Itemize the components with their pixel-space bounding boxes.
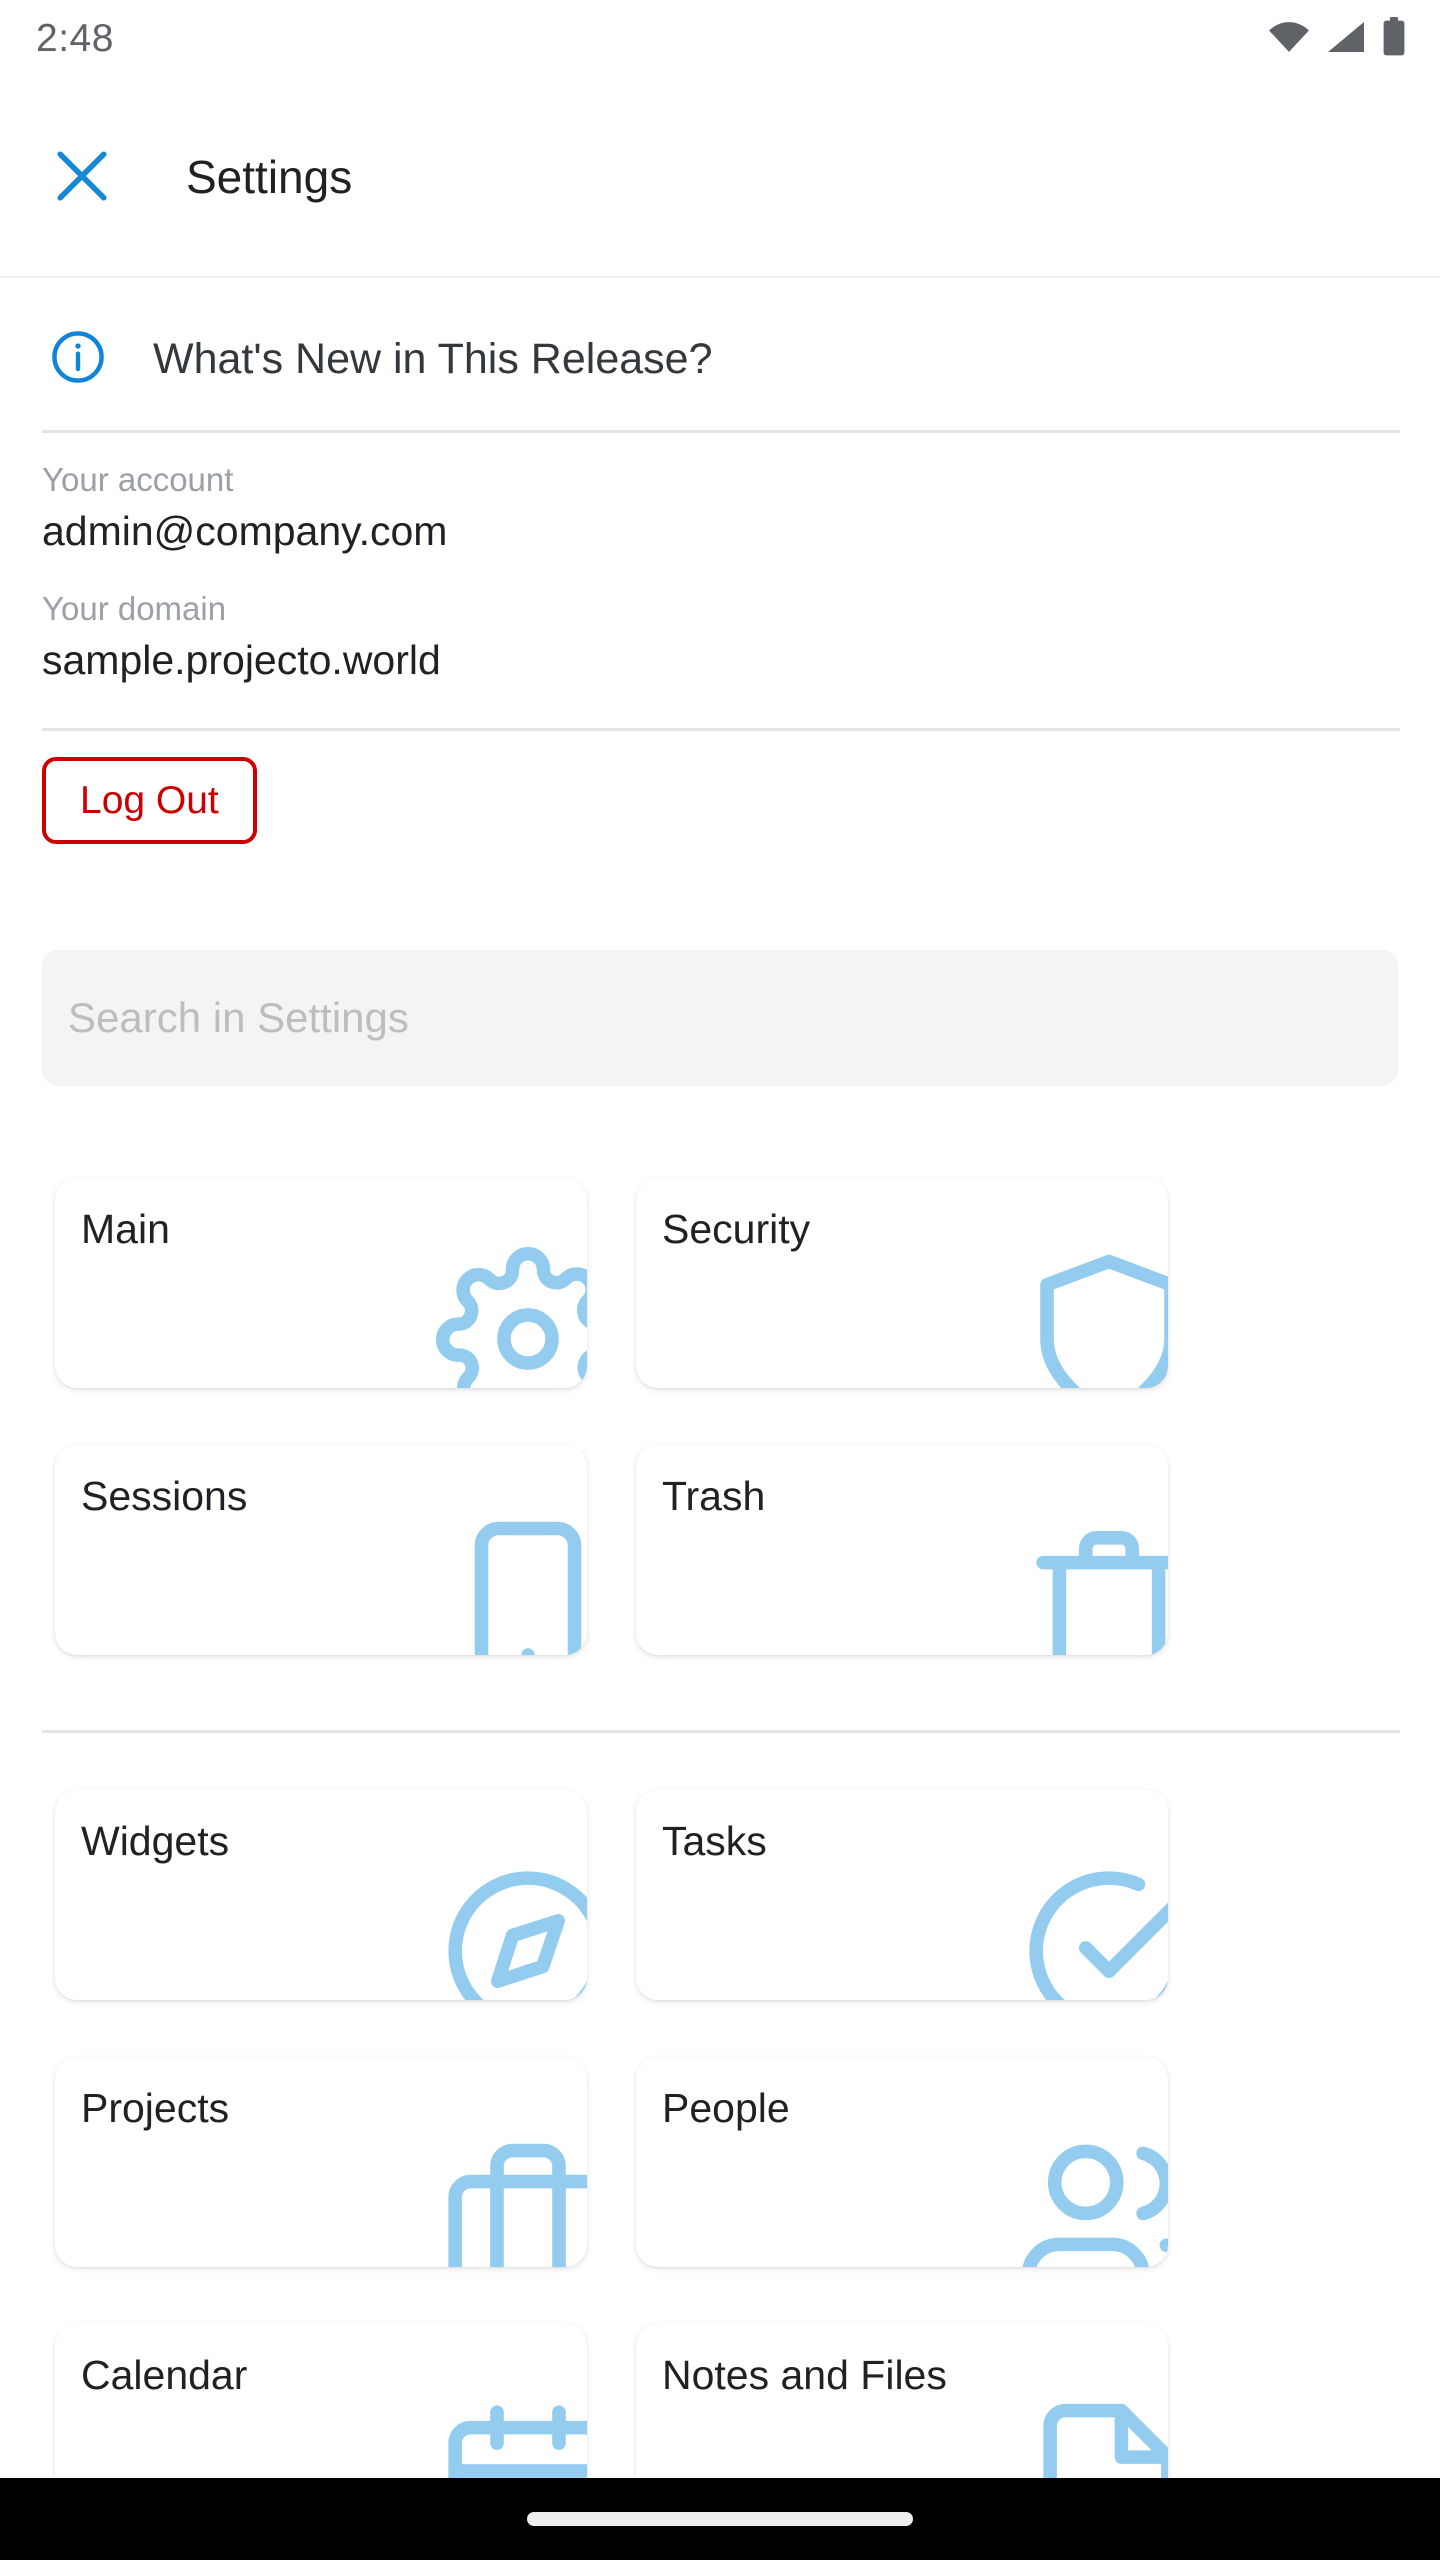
settings-card-grid-secondary: Widgets Tasks Projects People Calendar N… bbox=[55, 1790, 1168, 2534]
domain-value: sample.projecto.world bbox=[42, 636, 441, 683]
status-bar: 2:48 bbox=[0, 0, 1440, 78]
settings-card-main[interactable]: Main bbox=[55, 1178, 587, 1388]
card-label: Main bbox=[81, 1206, 170, 1252]
divider-above-logout bbox=[42, 728, 1400, 731]
logout-button[interactable]: Log Out bbox=[42, 757, 257, 844]
app-header: Settings bbox=[0, 78, 1440, 278]
account-info-block: Your account admin@company.com Your doma… bbox=[42, 458, 1342, 686]
close-button[interactable] bbox=[22, 117, 142, 237]
card-label: Sessions bbox=[81, 1473, 248, 1519]
whats-new-row[interactable]: What's New in This Release? bbox=[0, 300, 1440, 418]
settings-card-projects[interactable]: Projects bbox=[55, 2057, 587, 2267]
briefcase-icon bbox=[435, 2125, 587, 2267]
wifi-icon bbox=[1268, 21, 1310, 58]
settings-card-security[interactable]: Security bbox=[636, 1178, 1168, 1388]
system-navigation-bar bbox=[0, 2478, 1440, 2560]
card-label: Security bbox=[662, 1206, 811, 1252]
whats-new-label: What's New in This Release? bbox=[153, 334, 713, 383]
people-icon bbox=[1016, 2125, 1168, 2267]
settings-screen: 2:48 Settings What's New in This Release… bbox=[0, 0, 1440, 2560]
cellular-signal-icon bbox=[1326, 21, 1366, 58]
gear-icon bbox=[435, 1246, 587, 1388]
account-group: Your account admin@company.com bbox=[42, 458, 1342, 557]
card-label: Tasks bbox=[662, 1818, 767, 1864]
mobile-device-icon bbox=[435, 1513, 587, 1655]
settings-card-tasks[interactable]: Tasks bbox=[636, 1790, 1168, 2000]
home-indicator[interactable] bbox=[527, 2512, 913, 2526]
divider-between-grids bbox=[42, 1730, 1400, 1733]
info-circle-icon bbox=[50, 329, 106, 390]
domain-label: Your domain bbox=[42, 590, 227, 628]
card-label: Trash bbox=[662, 1473, 766, 1519]
settings-card-widgets[interactable]: Widgets bbox=[55, 1790, 587, 2000]
settings-card-people[interactable]: People bbox=[636, 2057, 1168, 2267]
search-input[interactable] bbox=[42, 950, 1398, 1086]
divider-above-account bbox=[42, 430, 1400, 433]
card-label: Widgets bbox=[81, 1818, 230, 1864]
account-value: admin@company.com bbox=[42, 507, 448, 554]
settings-card-trash[interactable]: Trash bbox=[636, 1445, 1168, 1655]
battery-icon bbox=[1382, 16, 1406, 62]
domain-group: Your domain sample.projecto.world bbox=[42, 587, 1342, 686]
compass-icon bbox=[435, 1858, 587, 2000]
card-label: Calendar bbox=[81, 2352, 248, 2398]
status-bar-icons bbox=[1268, 16, 1406, 62]
settings-card-sessions[interactable]: Sessions bbox=[55, 1445, 587, 1655]
card-label: Projects bbox=[81, 2085, 230, 2131]
trash-icon bbox=[1016, 1513, 1168, 1655]
page-title: Settings bbox=[186, 151, 353, 203]
account-label: Your account bbox=[42, 461, 234, 498]
card-label: People bbox=[662, 2085, 790, 2131]
close-icon bbox=[53, 147, 111, 208]
status-time: 2:48 bbox=[36, 17, 114, 60]
shield-icon bbox=[1016, 1246, 1168, 1388]
settings-card-grid-primary: Main Security Sessions Trash bbox=[55, 1178, 1168, 1655]
card-label: Notes and Files bbox=[662, 2352, 947, 2398]
check-circle-icon bbox=[1016, 1858, 1168, 2000]
